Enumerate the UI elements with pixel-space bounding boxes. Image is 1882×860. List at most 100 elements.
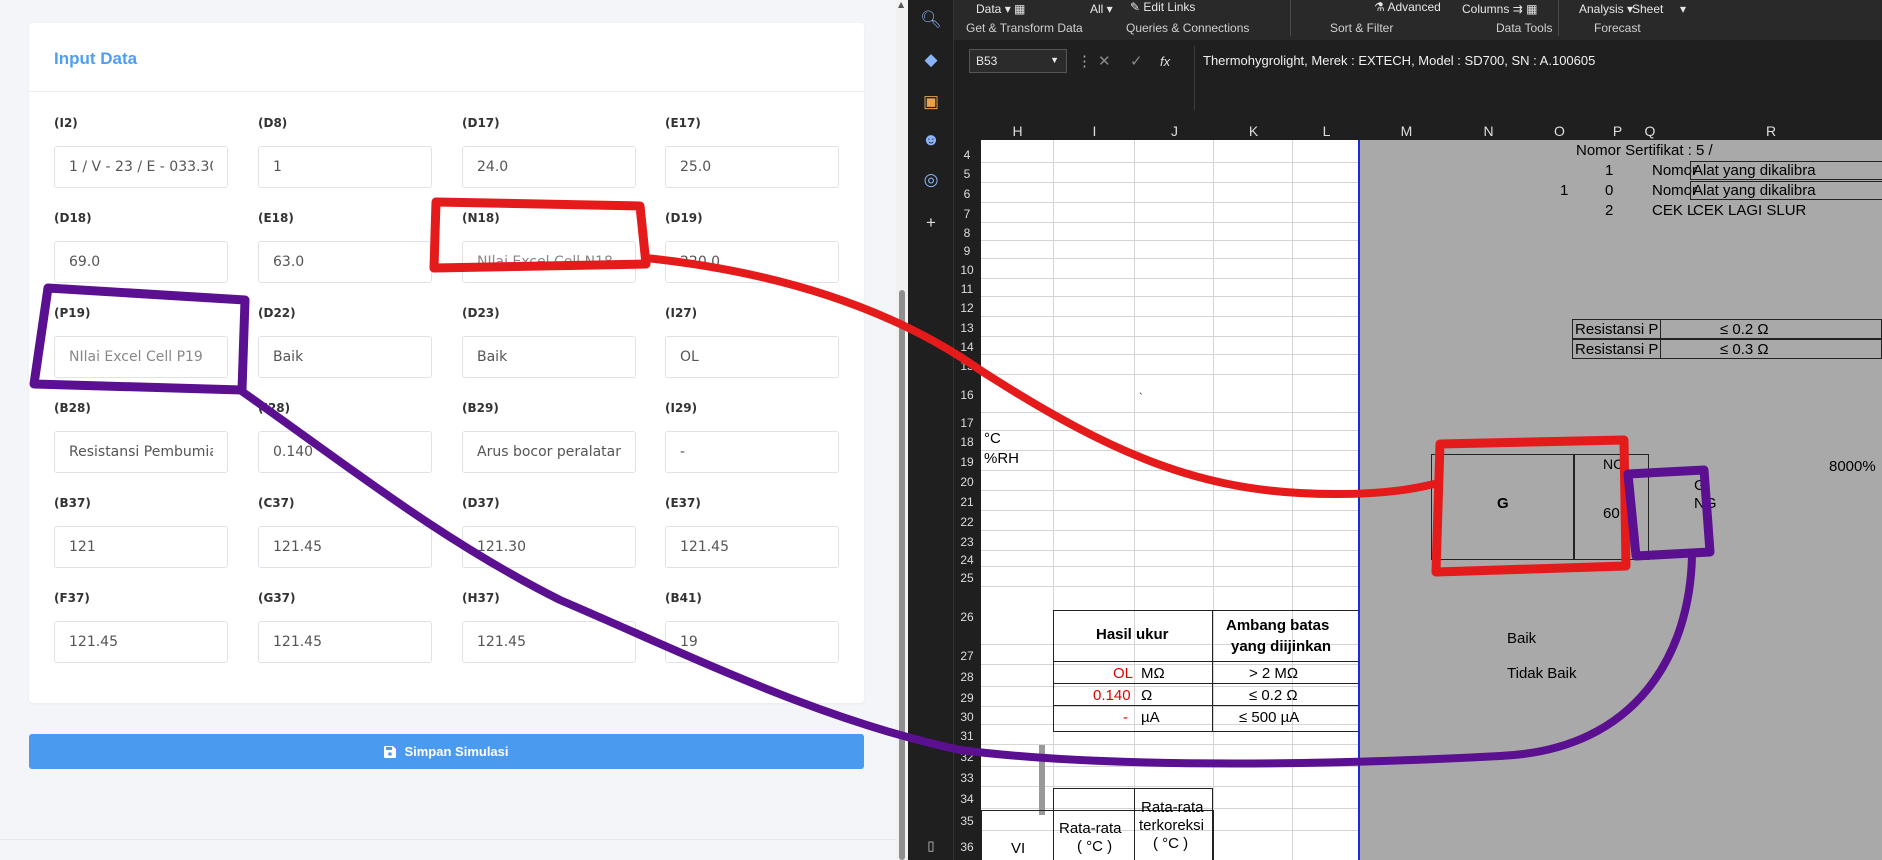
field-label: (I28) [258, 401, 291, 415]
column-header[interactable]: K [1214, 122, 1293, 140]
column-header[interactable]: H [981, 122, 1054, 140]
field-input[interactable] [665, 621, 839, 663]
field-input[interactable] [258, 336, 432, 378]
field-input[interactable] [462, 526, 636, 568]
column-header[interactable]: J [1135, 122, 1214, 140]
row-header[interactable]: 33 [954, 766, 980, 786]
row-header[interactable]: 35 [954, 808, 980, 830]
ribbon-advanced-button[interactable]: ⚗ Advanced [1374, 0, 1441, 14]
column-header[interactable]: R [1660, 122, 1882, 140]
row-header[interactable]: 16 [954, 374, 980, 412]
ribbon-data-button[interactable]: Data ▾ ▦ [976, 2, 1025, 16]
cell-r13: ≤ 0.2 Ω [1720, 321, 1769, 338]
gridline [981, 296, 1359, 297]
row-header[interactable]: 30 [954, 706, 980, 724]
column-header[interactable]: P [1595, 122, 1640, 140]
row-header[interactable]: 11 [954, 278, 980, 296]
column-header[interactable]: N [1453, 122, 1524, 140]
column-header[interactable]: O [1524, 122, 1595, 140]
white-cell-area[interactable]: °C %RH ` Hasil ukur Ambang batas yang di… [981, 140, 1359, 860]
row-header[interactable]: 21 [954, 490, 980, 510]
field-input[interactable] [665, 526, 839, 568]
more-options-icon[interactable]: ⋮ [1077, 52, 1092, 70]
row-header[interactable]: 17 [954, 412, 980, 430]
column-header[interactable]: I [1054, 122, 1135, 140]
add-icon[interactable]: + [908, 213, 954, 233]
scrollbar-thumb[interactable] [899, 290, 905, 860]
field-input[interactable] [665, 431, 839, 473]
row-header[interactable]: 4 [954, 144, 980, 162]
row-header[interactable]: 22 [954, 510, 980, 530]
row-header[interactable]: 18 [954, 430, 980, 450]
formula-input[interactable]: Thermohygrolight, Merek : EXTECH, Model … [1194, 46, 1882, 110]
field-input[interactable] [54, 431, 228, 473]
row-header[interactable]: 12 [954, 296, 980, 316]
field-input[interactable] [258, 526, 432, 568]
people-icon[interactable]: ☻ [908, 130, 954, 150]
ribbon-columns-button[interactable]: Columns ⇉ ▦ [1462, 2, 1537, 16]
row-header[interactable]: 8 [954, 222, 980, 240]
field-input[interactable] [258, 241, 432, 283]
column-header[interactable]: M [1360, 122, 1453, 140]
panel-toggle-icon[interactable]: ▯ [908, 838, 954, 854]
row-header[interactable]: 24 [954, 550, 980, 567]
row-header[interactable]: 36 [954, 830, 980, 860]
tag-icon[interactable]: ◆ [908, 50, 954, 70]
row-header[interactable]: 10 [954, 258, 980, 278]
ribbon-refresh-all-button[interactable]: All ▾ [1090, 2, 1113, 16]
gridline [981, 278, 1359, 279]
row-header[interactable]: 19 [954, 450, 980, 470]
field-input[interactable] [462, 146, 636, 188]
insert-function-icon[interactable]: fx [1160, 54, 1170, 69]
row-header[interactable]: 26 [954, 586, 980, 644]
row-header[interactable]: 28 [954, 664, 980, 686]
field-input[interactable] [54, 146, 228, 188]
scroll-up-arrow-icon[interactable]: ▲ [898, 0, 904, 9]
field-input[interactable] [258, 431, 432, 473]
cell-n20: G [1497, 495, 1509, 512]
row-header[interactable]: 14 [954, 336, 980, 354]
row-header[interactable]: 15 [954, 354, 980, 374]
field-input[interactable] [462, 336, 636, 378]
field-input[interactable] [54, 526, 228, 568]
save-simulation-button[interactable]: Simpan Simulasi [29, 734, 864, 769]
row-header[interactable]: 6 [954, 182, 980, 202]
field-input[interactable] [258, 146, 432, 188]
row-header[interactable]: 9 [954, 240, 980, 258]
row-header[interactable]: 13 [954, 316, 980, 336]
row-header[interactable]: 34 [954, 786, 980, 808]
row-header[interactable]: 31 [954, 724, 980, 744]
field-input[interactable] [462, 431, 636, 473]
ribbon-overflow-icon[interactable]: ▾ [1680, 2, 1686, 16]
row-header[interactable]: 27 [954, 644, 980, 664]
ribbon-edit-links-button[interactable]: ✎ Edit Links [1130, 0, 1195, 14]
confirm-edit-icon[interactable]: ✓ [1130, 52, 1143, 70]
row-header[interactable]: 32 [954, 744, 980, 766]
row-header[interactable]: 20 [954, 470, 980, 490]
row-header[interactable]: 25 [954, 566, 980, 586]
gray-cell-area[interactable]: Nomor Sertifikat : 5 / 1 Nomor Alat yang… [1360, 140, 1882, 860]
cancel-edit-icon[interactable]: ✕ [1098, 52, 1111, 70]
row-header[interactable]: 29 [954, 686, 980, 706]
ribbon-sheet-button[interactable]: Sheet [1632, 2, 1663, 16]
column-header[interactable]: L [1293, 122, 1360, 140]
column-header[interactable]: Q [1640, 122, 1660, 140]
field-input[interactable] [665, 146, 839, 188]
field-input-placeholder[interactable] [54, 336, 228, 378]
row-header[interactable]: 23 [954, 530, 980, 550]
field-input[interactable] [665, 241, 839, 283]
name-box[interactable]: B53 ▼ [969, 49, 1067, 73]
copilot-icon[interactable]: ◎ [908, 170, 954, 190]
field-input[interactable] [54, 621, 228, 663]
field-input[interactable] [54, 241, 228, 283]
row-header[interactable]: 7 [954, 202, 980, 222]
toolbox-icon[interactable]: ▣ [908, 92, 954, 112]
row-header[interactable]: 5 [954, 162, 980, 182]
field-input[interactable] [258, 621, 432, 663]
field-input[interactable] [665, 336, 839, 378]
field-input-placeholder[interactable] [462, 241, 636, 283]
search-icon[interactable]: 🔍︎ [908, 10, 954, 30]
ribbon-analysis-button[interactable]: Analysis ▾ [1579, 2, 1633, 16]
field-input[interactable] [462, 621, 636, 663]
page-scrollbar[interactable]: ▲ [896, 0, 908, 860]
